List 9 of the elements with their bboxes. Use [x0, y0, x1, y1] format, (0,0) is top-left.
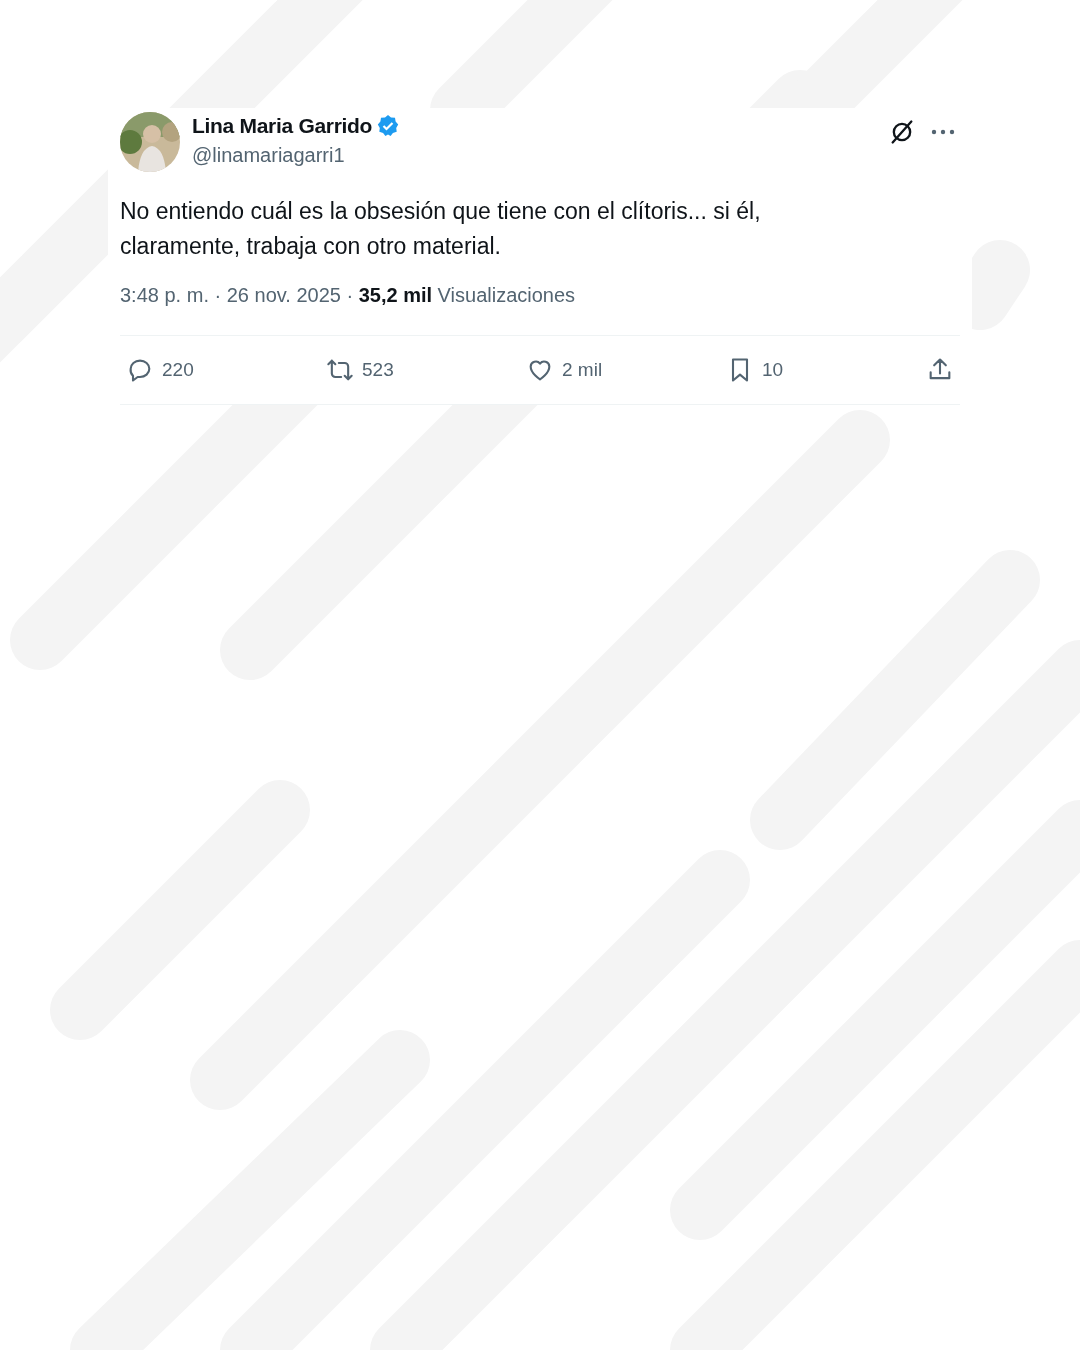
reply-action[interactable]: 220: [126, 356, 246, 384]
author-handle: @linamariagarri1: [192, 144, 346, 167]
more-icon[interactable]: [930, 128, 956, 136]
bookmark-action[interactable]: 10: [726, 356, 846, 384]
like-action[interactable]: 2 mil: [526, 356, 646, 384]
repost-action[interactable]: 523: [326, 356, 446, 384]
tweet-text: No entiendo cuál es la obsesión que tiene con el clítoris... si él, claramente, trabaja con otro material.: [120, 197, 762, 261]
tweet-meta: 3:48 p. m. · 26 nov. 2025 · 35,2 mil Visualizaciones: [120, 284, 576, 306]
author-name: Lina Maria Garrido: [192, 114, 373, 138]
